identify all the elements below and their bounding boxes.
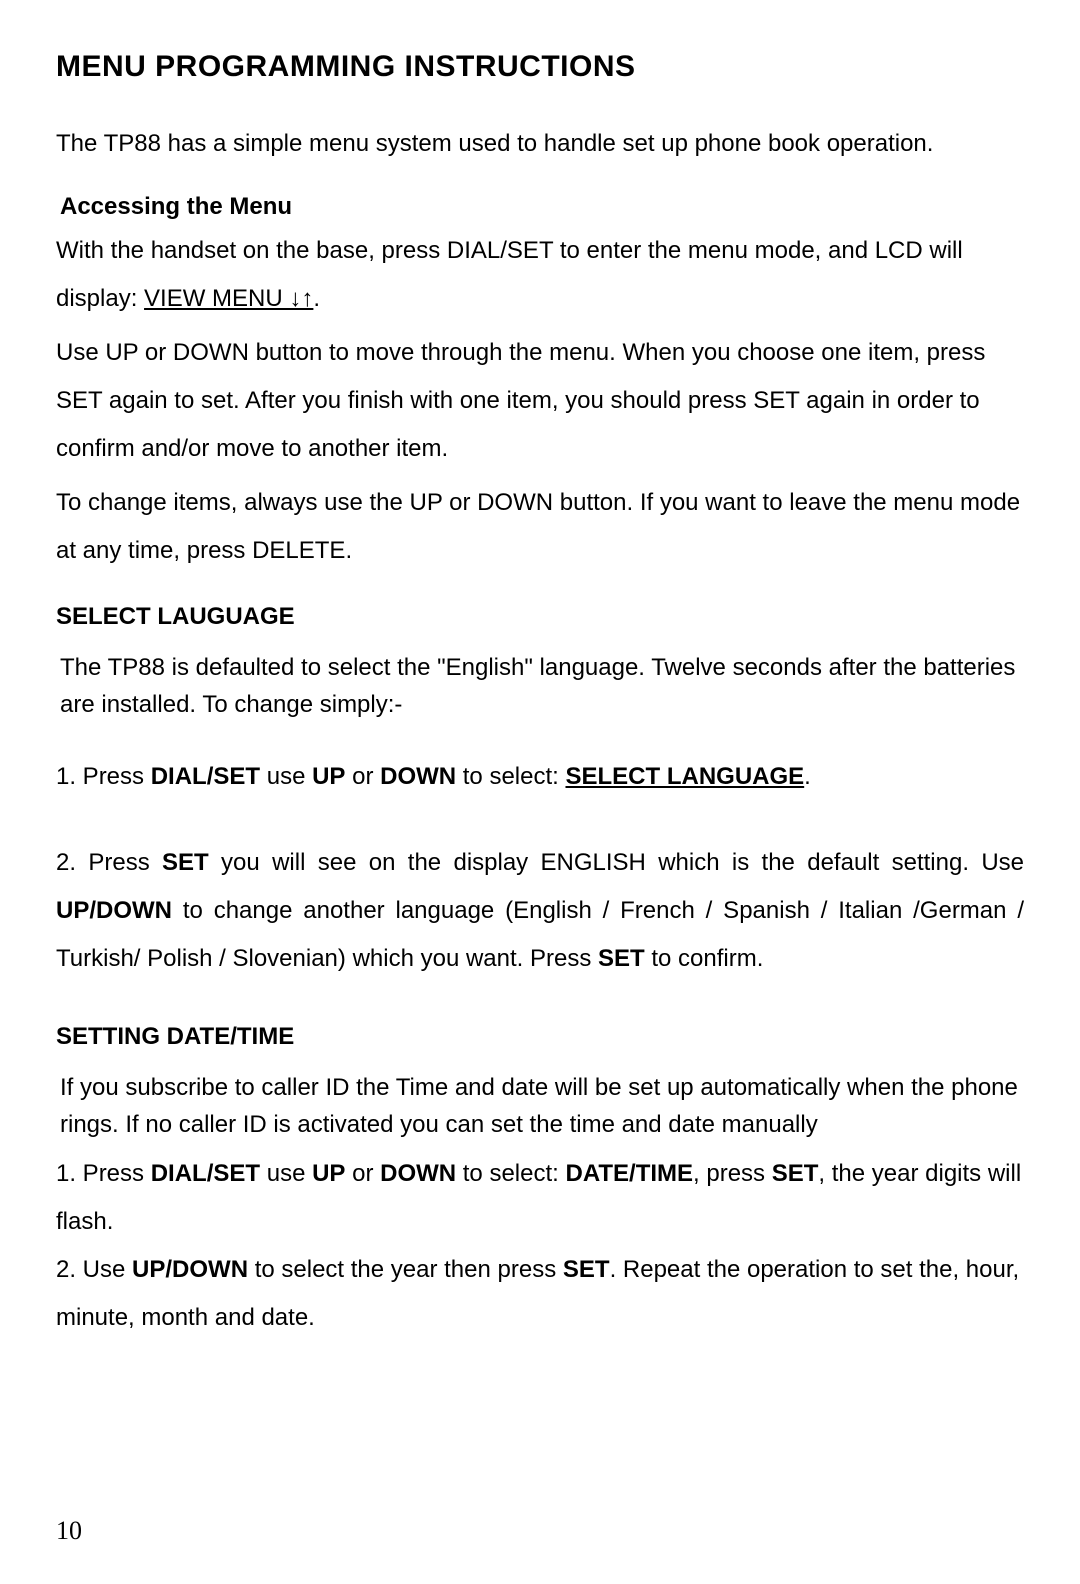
up-down-label: UP/DOWN — [132, 1256, 248, 1283]
datetime-intro: If you subscribe to caller ID the Time a… — [60, 1069, 1024, 1143]
text: 1. Press — [56, 763, 151, 790]
select-language-label: SELECT LANGUAGE — [565, 763, 804, 790]
up-label: UP — [312, 1160, 345, 1187]
access-paragraph-2: Use UP or DOWN button to move through th… — [56, 329, 1024, 473]
text: , press — [693, 1160, 772, 1187]
up-label: UP — [312, 763, 345, 790]
intro-paragraph: The TP88 has a simple menu system used t… — [56, 124, 1024, 165]
text: you will see on the display ENGLISH whic… — [209, 849, 1024, 876]
access-paragraph-1: With the handset on the base, press DIAL… — [56, 227, 1024, 323]
text: use — [260, 1160, 312, 1187]
heading-accessing-menu: Accessing the Menu — [60, 193, 1024, 221]
dial-set-label: DIAL/SET — [151, 763, 260, 790]
text: or — [345, 763, 380, 790]
down-label: DOWN — [380, 763, 456, 790]
text: . — [804, 763, 811, 790]
document-page: MENU PROGRAMMING INSTRUCTIONS The TP88 h… — [0, 0, 1080, 1584]
language-step-1: 1. Press DIAL/SET use UP or DOWN to sele… — [56, 753, 1024, 801]
heading-select-language: SELECT LAUGUAGE — [56, 603, 1024, 631]
text: . — [313, 285, 320, 312]
datetime-step-1: 1. Press DIAL/SET use UP or DOWN to sele… — [56, 1150, 1024, 1246]
page-number: 10 — [56, 1516, 82, 1546]
text: to confirm. — [645, 945, 764, 972]
datetime-step-2: 2. Use UP/DOWN to select the year then p… — [56, 1246, 1024, 1342]
text: use — [260, 763, 312, 790]
text: to change another language (English / Fr… — [56, 897, 1024, 972]
down-label: DOWN — [380, 1160, 456, 1187]
text: to select the year then press — [248, 1256, 563, 1283]
language-step-2: 2. Press SET you will see on the display… — [56, 839, 1024, 983]
text: or — [345, 1160, 380, 1187]
text: to select: — [456, 763, 565, 790]
heading-setting-date-time: SETTING DATE/TIME — [56, 1023, 1024, 1051]
page-title: MENU PROGRAMMING INSTRUCTIONS — [56, 50, 1024, 84]
text: to select: — [456, 1160, 565, 1187]
date-time-label: DATE/TIME — [565, 1160, 693, 1187]
set-label: SET — [563, 1256, 610, 1283]
access-paragraph-3: To change items, always use the UP or DO… — [56, 479, 1024, 575]
set-label: SET — [772, 1160, 819, 1187]
set-label: SET — [598, 945, 645, 972]
set-label: SET — [162, 849, 209, 876]
view-menu-text: VIEW MENU ↓↑ — [144, 285, 313, 312]
language-intro: The TP88 is defaulted to select the "Eng… — [60, 649, 1024, 723]
text: 2. Press — [56, 849, 162, 876]
text: 1. Press — [56, 1160, 151, 1187]
dial-set-label: DIAL/SET — [151, 1160, 260, 1187]
up-down-label: UP/DOWN — [56, 897, 172, 924]
text: 2. Use — [56, 1256, 132, 1283]
